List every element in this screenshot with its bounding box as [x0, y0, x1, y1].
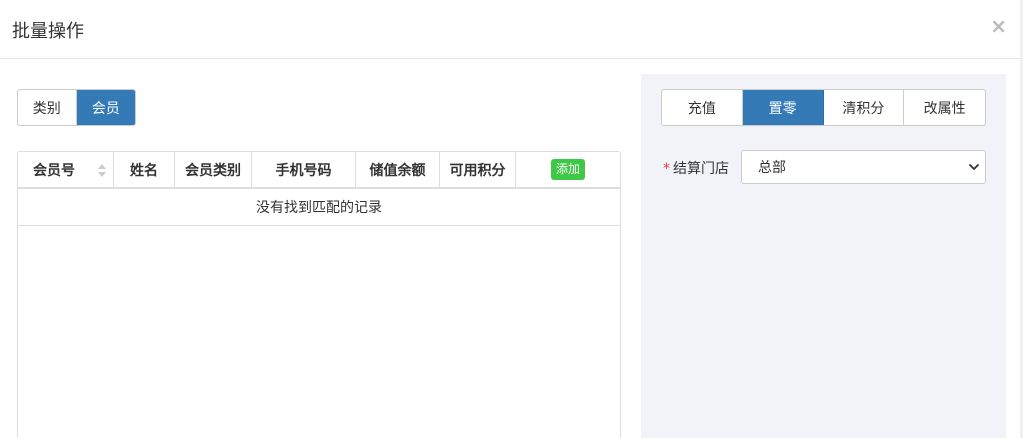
required-mark: *	[663, 161, 670, 177]
tab-clear-points[interactable]: 清积分	[824, 90, 905, 125]
sort-icon[interactable]	[98, 164, 106, 178]
store-label-text: 结算门店	[673, 161, 729, 177]
column-header-member-no[interactable]: 会员号	[18, 152, 114, 187]
left-tab-group: 类别 会员	[17, 89, 136, 126]
tab-recharge[interactable]: 充值	[662, 90, 743, 125]
store-field-label: * 结算门店	[663, 158, 729, 178]
store-select[interactable]: 总部	[741, 150, 986, 184]
close-button[interactable]: ×	[990, 14, 1007, 38]
column-header-phone: 手机号码	[252, 152, 356, 187]
column-header-balance: 储值余额	[356, 152, 440, 187]
modal-header: 批量操作 ×	[0, 0, 1023, 59]
operation-tab-group: 充值 置零 清积分 改属性	[661, 89, 986, 126]
right-panel: 充值 置零 清积分 改属性 * 结算门店 总部	[641, 74, 1006, 438]
column-label: 会员号	[33, 162, 75, 179]
tab-reset-zero[interactable]: 置零	[742, 90, 824, 125]
column-header-points: 可用积分	[440, 152, 516, 187]
chevron-down-icon	[969, 162, 979, 172]
add-button[interactable]: 添加	[550, 159, 585, 180]
empty-record-message: 没有找到匹配的记录	[18, 189, 620, 226]
column-header-name: 姓名	[114, 152, 175, 187]
table-header: 会员号 姓名 会员类别 手机号码 储值余额 可用积分 添加	[18, 152, 620, 189]
tab-member[interactable]: 会员	[76, 90, 135, 125]
modal-title: 批量操作	[12, 21, 84, 42]
member-table: 会员号 姓名 会员类别 手机号码 储值余额 可用积分 添加 没有找到匹配的记录	[17, 151, 621, 438]
column-header-member-type: 会员类别	[175, 152, 252, 187]
column-header-action: 添加	[516, 152, 620, 187]
store-select-value: 总部	[758, 160, 786, 176]
tab-category[interactable]: 类别	[18, 90, 77, 125]
tab-change-attribute[interactable]: 改属性	[904, 90, 985, 125]
